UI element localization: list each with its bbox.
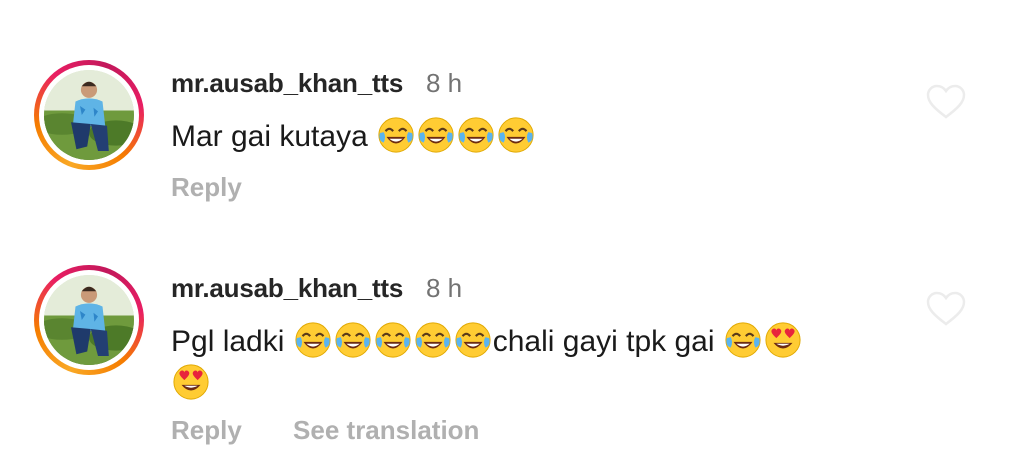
face-with-tears-of-joy-icon xyxy=(414,321,452,359)
heart-outline-icon[interactable] xyxy=(926,84,966,120)
heart-outline-icon[interactable] xyxy=(926,291,966,327)
comment-username[interactable]: mr.ausab_khan_tts xyxy=(171,273,403,304)
avatar[interactable] xyxy=(34,60,144,170)
face-with-tears-of-joy-icon xyxy=(374,321,412,359)
avatar-photo xyxy=(44,70,134,160)
face-with-tears-of-joy-icon xyxy=(417,116,455,154)
comment-actions: Reply See translation xyxy=(171,415,523,446)
face-with-tears-of-joy-icon xyxy=(294,321,332,359)
smiling-face-with-heart-eyes-icon xyxy=(764,321,802,359)
comment-actions: Reply xyxy=(171,172,286,203)
face-with-tears-of-joy-icon xyxy=(334,321,372,359)
reply-button[interactable]: Reply xyxy=(171,172,242,203)
smiling-face-with-heart-eyes-icon xyxy=(172,363,210,401)
comment-text-part: Pgl ladki xyxy=(171,325,293,358)
comment-timestamp: 8 h xyxy=(426,68,463,98)
avatar-photo xyxy=(44,275,134,365)
comment-username[interactable]: mr.ausab_khan_tts xyxy=(171,68,403,99)
comment-text-part: chali gayi tpk gai xyxy=(492,325,723,358)
face-with-tears-of-joy-icon xyxy=(457,116,495,154)
avatar[interactable] xyxy=(34,265,144,375)
comment-text: Pgl ladki chali gayi tpk gai xyxy=(171,321,891,405)
comment-timestamp: 8 h xyxy=(426,273,463,303)
face-with-tears-of-joy-icon xyxy=(454,321,492,359)
comment-text-part: Mar gai kutaya xyxy=(171,120,377,153)
face-with-tears-of-joy-icon xyxy=(497,116,535,154)
see-translation-button[interactable]: See translation xyxy=(293,415,479,446)
face-with-tears-of-joy-icon xyxy=(377,116,415,154)
comment-text: Mar gai kutaya xyxy=(171,116,891,158)
reply-button[interactable]: Reply xyxy=(171,415,242,446)
face-with-tears-of-joy-icon xyxy=(724,321,762,359)
